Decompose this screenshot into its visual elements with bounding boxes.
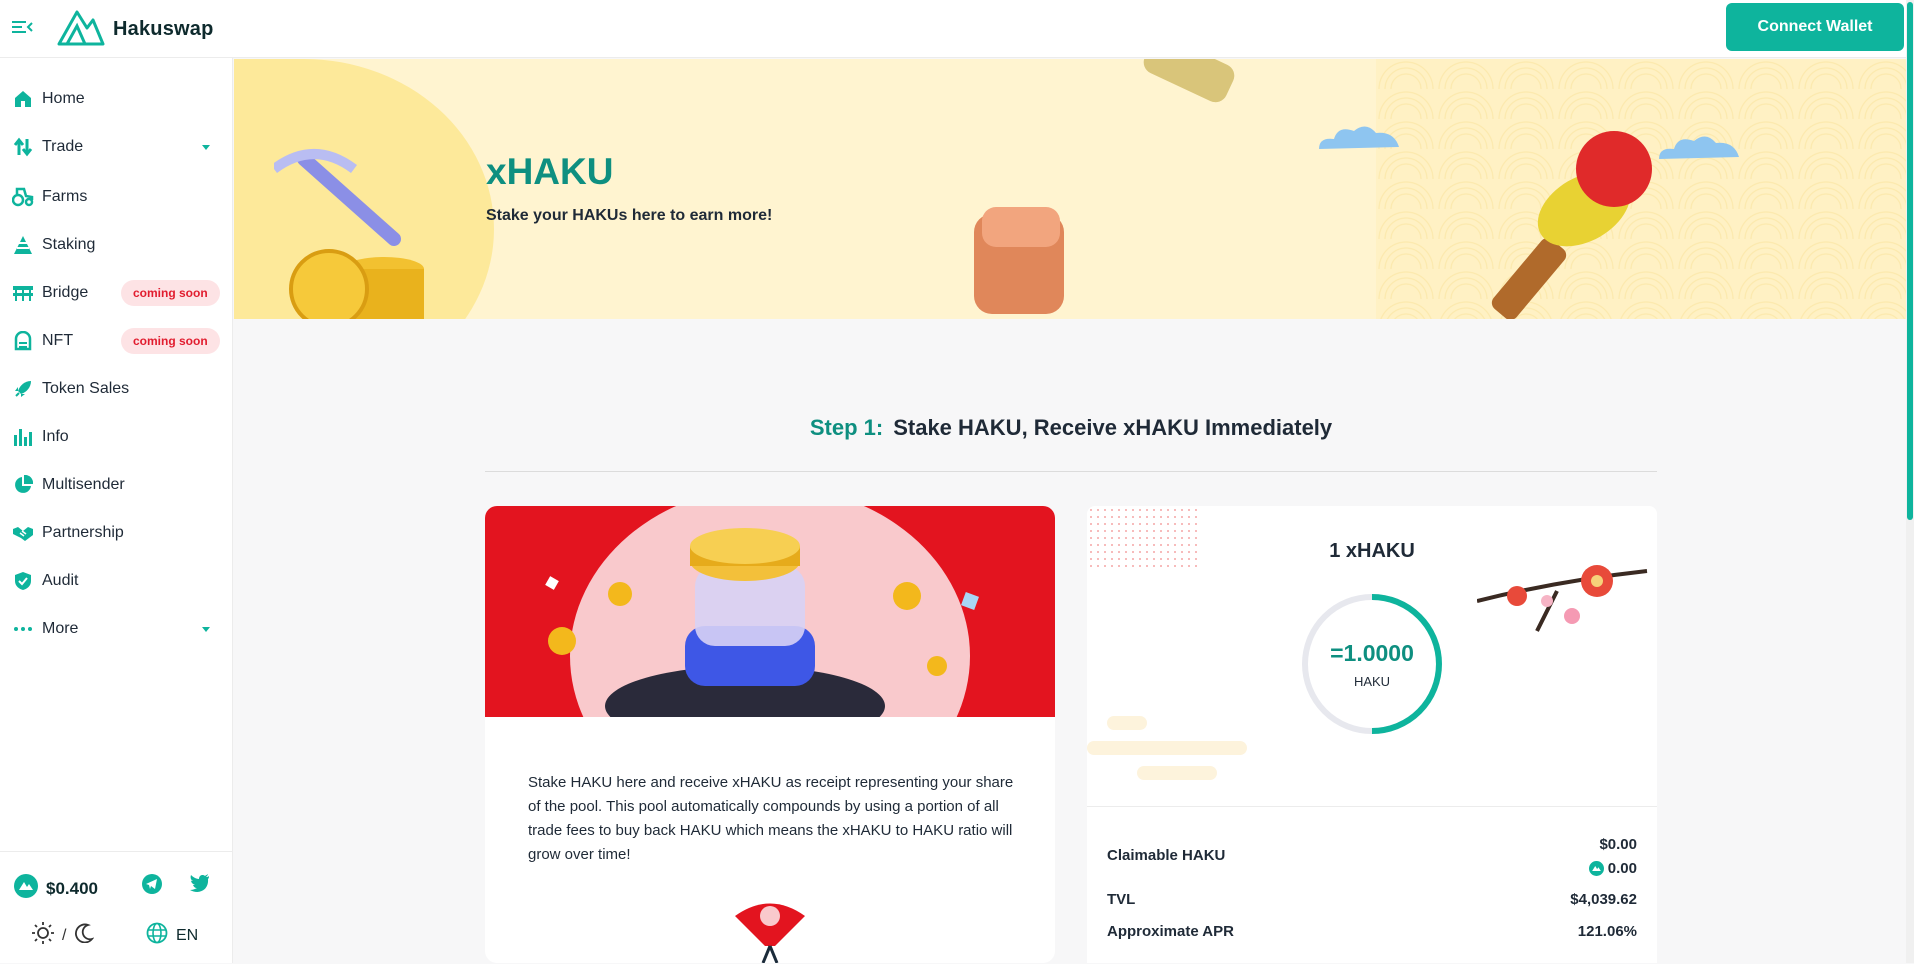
handshake-icon — [12, 522, 34, 544]
pool-stats: Claimable HAKU $0.00 0.00 TVL $4,039.62 … — [1087, 807, 1657, 963]
logo-text: Hakuswap — [113, 18, 214, 40]
sidebar-item-label: Staking — [42, 236, 96, 253]
sidebar-item-label: Multisender — [42, 476, 125, 493]
mountain-logo-icon — [57, 8, 105, 51]
language-code: EN — [176, 926, 199, 944]
apr-value: 121.06% — [1577, 923, 1637, 940]
sidebar-item-staking[interactable]: Staking — [0, 221, 232, 269]
theme-separator: / — [62, 926, 67, 944]
cloud-decoration — [1087, 716, 1247, 780]
claimable-amount: 0.00 — [1607, 860, 1637, 877]
sidebar-item-more[interactable]: More — [0, 605, 232, 653]
bridge-icon — [12, 282, 34, 304]
bar-illustration — [1143, 59, 1235, 103]
coming-soon-badge: coming soon — [121, 328, 220, 354]
language-selector[interactable]: EN — [146, 922, 198, 949]
caret-down-icon — [202, 626, 210, 632]
sidebar-item-farms[interactable]: Farms — [0, 173, 232, 221]
caret-down-icon — [202, 144, 210, 150]
connect-wallet-button[interactable]: Connect Wallet — [1726, 3, 1904, 51]
token-price[interactable]: $0.400 — [14, 874, 98, 903]
twitter-icon[interactable] — [190, 874, 212, 896]
ratio-unit: HAKU — [1353, 674, 1391, 689]
shield-check-icon — [12, 570, 34, 592]
sidebar-item-label: Home — [42, 90, 85, 107]
sidebar-item-audit[interactable]: Audit — [0, 557, 232, 605]
kendama-illustration — [1491, 131, 1652, 319]
tvl-value: $4,039.62 — [1570, 891, 1637, 908]
ratio-title: 1 xHAKU — [1329, 540, 1415, 562]
nft-icon — [12, 330, 34, 352]
coming-soon-badge: coming soon — [121, 280, 220, 306]
sidebar-item-home[interactable]: Home — [0, 75, 232, 123]
page-subtitle: Stake your HAKUs here to earn more! — [486, 207, 773, 224]
ratio-card: 1 xHAKU =1.0000 HAKU — [1087, 506, 1657, 806]
globe-icon — [146, 922, 168, 949]
sidebar-item-label: Partnership — [42, 524, 124, 541]
sun-icon[interactable] — [32, 922, 54, 949]
sidebar-item-label: Token Sales — [42, 380, 130, 397]
price-value: $0.400 — [46, 878, 98, 898]
top-bar: Hakuswap Connect Wallet — [0, 0, 1914, 58]
menu-collapse-icon[interactable] — [12, 17, 34, 37]
cube-illustration — [974, 207, 1064, 314]
sidebar-item-label: NFT — [42, 332, 74, 349]
claimable-usd: $0.00 — [1599, 836, 1637, 853]
step-number: Step 1: — [809, 415, 884, 440]
step-title-text: Stake HAKU, Receive xHAKU Immediately — [893, 415, 1333, 440]
sidebar: Home Trade Farms Staking Bridge coming s… — [0, 58, 233, 963]
tvl-label: TVL — [1107, 891, 1136, 908]
cloud-icon — [1319, 126, 1399, 149]
page-scrollbar[interactable] — [1906, 0, 1914, 963]
pickaxe-coins-illustration — [274, 149, 424, 319]
stake-illustration — [485, 506, 1055, 717]
pie-chart-icon — [12, 474, 34, 496]
sidebar-item-label: Audit — [42, 572, 79, 589]
sidebar-item-nft[interactable]: NFT coming soon — [0, 317, 232, 365]
haku-token-icon — [1588, 861, 1604, 876]
fan-illustration — [735, 903, 805, 963]
trade-icon — [12, 136, 34, 158]
sidebar-item-label: More — [42, 620, 79, 637]
sidebar-item-trade[interactable]: Trade — [0, 123, 232, 171]
divider — [485, 471, 1657, 472]
logo[interactable]: Hakuswap — [57, 8, 214, 51]
pyramid-icon — [12, 234, 34, 256]
home-icon — [12, 88, 34, 110]
step-heading: Step 1: Stake HAKU, Receive xHAKU Immedia… — [485, 415, 1657, 441]
rocket-icon — [12, 378, 34, 400]
coin-machine-illustration — [545, 506, 979, 717]
stake-description: Stake HAKU here and receive xHAKU as rec… — [528, 774, 1014, 863]
sidebar-item-multisender[interactable]: Multisender — [0, 461, 232, 509]
scrollbar-thumb[interactable] — [1907, 2, 1913, 520]
sidebar-item-bridge[interactable]: Bridge coming soon — [0, 269, 232, 317]
hero-banner: xHAKU Stake your HAKUs here to earn more… — [234, 59, 1906, 319]
bar-chart-icon — [12, 426, 34, 448]
apr-label: Approximate APR — [1107, 923, 1234, 940]
telegram-icon[interactable] — [142, 874, 164, 896]
sidebar-item-label: Info — [42, 428, 69, 445]
stake-info-card: Stake HAKU here and receive xHAKU as rec… — [485, 506, 1055, 963]
sidebar-footer: $0.400 / EN — [0, 851, 232, 964]
claimable-label: Claimable HAKU — [1107, 847, 1226, 864]
moon-icon[interactable] — [74, 923, 95, 948]
haku-token-icon — [14, 874, 38, 903]
sidebar-item-token-sales[interactable]: Token Sales — [0, 365, 232, 413]
page-title: xHAKU — [486, 151, 614, 192]
theme-toggle[interactable]: / — [32, 922, 95, 949]
sidebar-item-info[interactable]: Info — [0, 413, 232, 461]
dots-icon — [12, 618, 34, 640]
claimable-amount-row: 0.00 — [1588, 860, 1637, 877]
sidebar-item-label: Bridge — [42, 284, 89, 301]
tractor-icon — [12, 186, 34, 208]
ratio-value: =1.0000 — [1330, 640, 1414, 666]
sidebar-item-partnership[interactable]: Partnership — [0, 509, 232, 557]
sidebar-item-label: Farms — [42, 188, 88, 205]
sidebar-item-label: Trade — [42, 138, 84, 155]
